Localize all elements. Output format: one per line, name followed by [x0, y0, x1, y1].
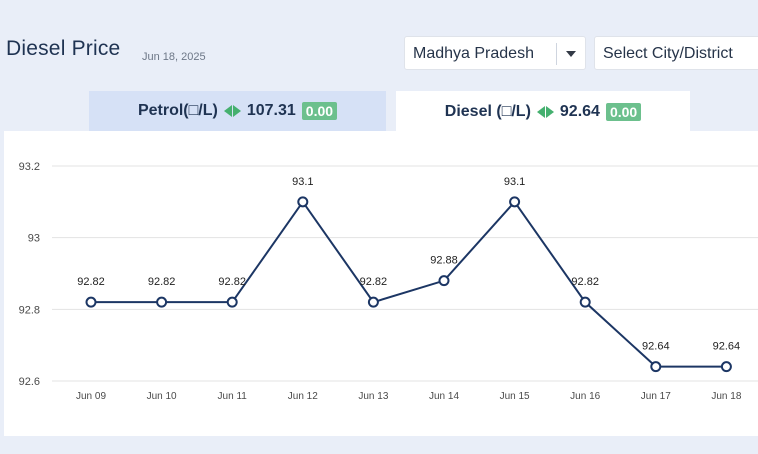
city-select-placeholder: Select City/District: [603, 45, 733, 62]
x-tick-label: Jun 09: [76, 391, 106, 402]
data-label: 92.64: [713, 341, 741, 353]
tab-diesel-price: 92.64: [559, 102, 600, 120]
tab-petrol[interactable]: Petrol(□/L) 107.31 0.00: [89, 91, 386, 131]
y-tick-label: 93.2: [19, 161, 40, 173]
tab-diesel[interactable]: Diesel (□/L) 92.64 0.00: [396, 91, 690, 132]
data-label: 92.82: [148, 276, 176, 288]
x-tick-label: Jun 13: [358, 391, 388, 402]
tab-petrol-price: 107.31: [246, 102, 296, 119]
left-right-triangle-icon: [223, 105, 241, 117]
series-line: [91, 200, 727, 368]
data-point: [156, 296, 168, 308]
data-label: 93.1: [292, 176, 313, 188]
y-tick-label: 93: [28, 233, 40, 245]
price-line-chart: 92.6 92.8 93 93.2 Jun 09 Jun 10 Jun 11 Jun 12 Ju…: [19, 161, 758, 402]
data-point: [85, 296, 97, 308]
caret-down-icon[interactable]: [566, 51, 576, 57]
tab-diesel-change-badge: 0.00: [605, 102, 642, 121]
data-point: [297, 196, 309, 208]
data-point: [438, 275, 450, 287]
x-tick-label: Jun 11: [218, 391, 248, 402]
data-label: 92.82: [218, 276, 246, 288]
select-divider: [556, 43, 557, 65]
data-point: [367, 296, 379, 308]
data-point: [720, 361, 732, 373]
x-tick-label: Jun 14: [429, 391, 459, 402]
y-tick-label: 92.8: [19, 304, 40, 316]
x-tick-label: Jun 15: [500, 391, 530, 402]
city-select[interactable]: Select City/District: [594, 36, 758, 70]
data-label: 93.1: [504, 176, 525, 188]
data-point: [226, 296, 238, 308]
x-tick-label: Jun 16: [570, 391, 600, 402]
data-point: [650, 361, 662, 373]
data-label: 92.82: [571, 276, 599, 288]
page-date: Jun 18, 2025: [142, 51, 206, 63]
y-tick-label: 92.6: [19, 376, 40, 388]
x-tick-label: Jun 18: [711, 391, 741, 402]
x-tick-label: Jun 12: [288, 391, 318, 402]
tab-petrol-label: Petrol(□/L): [137, 102, 218, 119]
tab-diesel-label: Diesel (□/L): [444, 102, 531, 120]
chart-panel: 92.6 92.8 93 93.2 Jun 09 Jun 10 Jun 11 Jun 12 Ju…: [4, 131, 758, 436]
x-tick-label: Jun 10: [147, 391, 177, 402]
data-label: 92.64: [642, 341, 670, 353]
state-select-value: Madhya Pradesh: [413, 45, 534, 62]
data-label: 92.88: [430, 255, 458, 267]
data-point: [579, 296, 591, 308]
tab-petrol-change-badge: 0.00: [301, 102, 338, 120]
data-point: [509, 196, 521, 208]
x-tick-label: Jun 17: [641, 391, 671, 402]
state-select[interactable]: Madhya Pradesh: [404, 36, 586, 70]
page-title: Diesel Price: [6, 37, 121, 60]
page-header: Diesel Price Jun 18, 2025 Madhya Pradesh…: [0, 10, 758, 80]
left-right-triangle-icon: [536, 105, 554, 118]
data-label: 92.82: [360, 276, 388, 288]
data-label: 92.82: [77, 276, 105, 288]
